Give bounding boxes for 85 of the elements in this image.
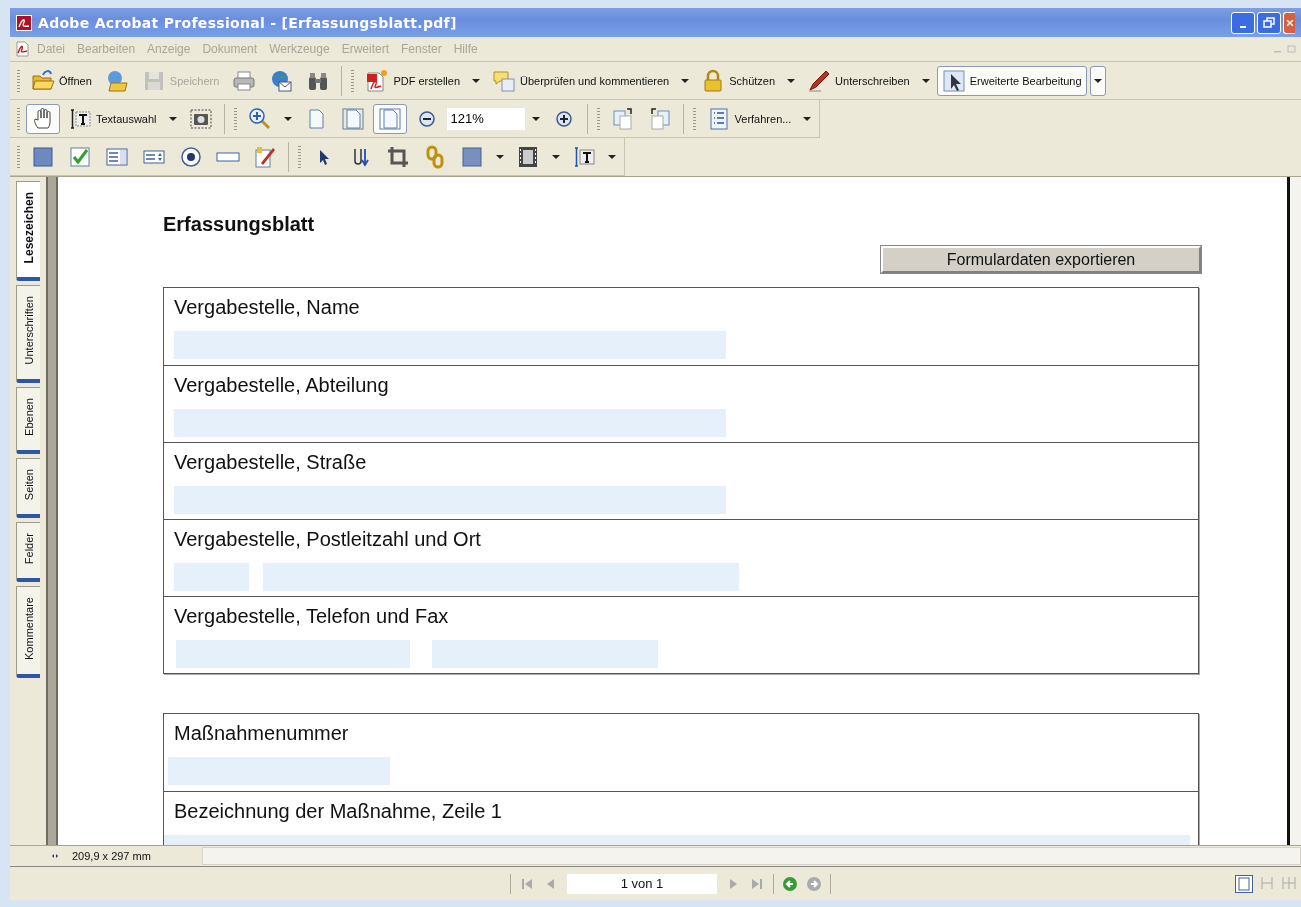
film-icon[interactable] bbox=[516, 144, 540, 169]
scrollbar[interactable] bbox=[202, 847, 1301, 865]
field-label: Vergabestelle, Straße bbox=[174, 451, 368, 474]
checkbox-tool-icon[interactable] bbox=[68, 144, 92, 169]
pdf-document-icon bbox=[365, 68, 390, 93]
rotate-pages-icon bbox=[610, 106, 635, 131]
open-button[interactable]: Öffnen bbox=[26, 65, 97, 96]
review-button[interactable]: Überprüfen und kommentieren bbox=[487, 65, 675, 96]
caret-icon[interactable] bbox=[552, 154, 560, 159]
text-edit-tool-icon[interactable] bbox=[572, 144, 596, 169]
input-field[interactable] bbox=[176, 640, 410, 668]
text-select-button[interactable]: Textauswahl bbox=[63, 103, 162, 134]
field-label: Bezeichnung der Maßnahme, Zeile 1 bbox=[174, 800, 503, 823]
caret-icon[interactable] bbox=[283, 116, 292, 121]
caret-icon[interactable] bbox=[472, 78, 480, 83]
sidebar-tab[interactable]: Felder bbox=[16, 522, 40, 583]
signature-field-tool-icon[interactable] bbox=[253, 144, 277, 169]
printer-icon bbox=[232, 68, 257, 93]
field-label: Vergabestelle, Name bbox=[174, 296, 361, 319]
magnifier-icon bbox=[247, 106, 272, 131]
page-number-field[interactable]: 1 von 1 bbox=[567, 873, 717, 894]
crop-icon[interactable] bbox=[386, 144, 410, 169]
split-handle-icon[interactable] bbox=[50, 851, 60, 861]
sidebar-tab[interactable]: Ebenen bbox=[16, 386, 40, 454]
pdf-icon bbox=[16, 14, 32, 31]
input-field[interactable] bbox=[174, 331, 726, 359]
caret-icon[interactable] bbox=[681, 78, 690, 83]
pane-splitter[interactable] bbox=[46, 177, 58, 845]
input-field[interactable] bbox=[432, 640, 658, 668]
forward-icon[interactable] bbox=[806, 875, 822, 892]
folder-icon bbox=[31, 68, 55, 93]
close-button[interactable] bbox=[1283, 11, 1295, 34]
field-label: Maßnahmenummer bbox=[174, 722, 350, 745]
sidebar-tab[interactable]: Kommentare bbox=[16, 586, 40, 679]
pen-icon bbox=[807, 68, 832, 93]
field-label: Vergabestelle, Abteilung bbox=[174, 374, 390, 397]
zoom-field[interactable]: 121% bbox=[446, 107, 525, 130]
page-icon bbox=[377, 106, 402, 131]
button-tool-icon[interactable] bbox=[31, 144, 55, 169]
caret-icon bbox=[1093, 78, 1102, 83]
caret-icon[interactable] bbox=[168, 116, 177, 121]
comment-icon bbox=[492, 68, 516, 93]
sign-button[interactable]: Unterschreiben bbox=[802, 65, 915, 96]
input-field[interactable] bbox=[174, 563, 249, 591]
restore-button[interactable] bbox=[1257, 11, 1281, 34]
back-icon[interactable] bbox=[782, 875, 798, 892]
hand-tool-button[interactable] bbox=[26, 103, 60, 134]
scrollbar[interactable] bbox=[1290, 177, 1301, 845]
caret-icon[interactable] bbox=[496, 154, 504, 159]
caret-icon[interactable] bbox=[787, 78, 796, 83]
page-size: 209,9 x 297 mm bbox=[72, 850, 152, 862]
window-title: Adobe Acrobat Professional - [Erfassungsblatt.pdf] bbox=[38, 14, 457, 31]
camera-icon bbox=[188, 106, 213, 131]
input-field[interactable] bbox=[168, 757, 390, 785]
sidebar-tab[interactable]: Unterschriften bbox=[16, 285, 40, 383]
secure-button[interactable]: Schützen bbox=[696, 65, 781, 96]
page-icon bbox=[340, 106, 365, 131]
text-cursor-icon bbox=[68, 106, 92, 131]
single-page-icon[interactable] bbox=[1235, 874, 1253, 893]
minimize-button[interactable] bbox=[1231, 11, 1255, 34]
pdf-document-icon bbox=[14, 41, 30, 57]
form-title: Erfassungsblatt bbox=[163, 213, 316, 236]
restore-icon bbox=[1262, 15, 1276, 30]
sidebar-tab[interactable]: Seiten bbox=[16, 457, 40, 518]
caret-icon[interactable] bbox=[608, 154, 616, 159]
dropdown-button[interactable] bbox=[1089, 65, 1106, 96]
cursor-icon bbox=[941, 68, 966, 93]
page-view-button[interactable] bbox=[372, 103, 407, 134]
minimize-icon bbox=[1240, 25, 1246, 28]
create-pdf-button[interactable]: PDF erstellen bbox=[360, 65, 465, 96]
caret-icon[interactable] bbox=[531, 116, 540, 121]
procedures-button[interactable]: Verfahren... bbox=[701, 103, 797, 134]
input-field[interactable] bbox=[263, 563, 739, 591]
field-label: Vergabestelle, Telefon und Fax bbox=[174, 605, 450, 628]
radio-button-tool-icon[interactable] bbox=[179, 144, 203, 169]
export-form-data-button[interactable]: Formulardaten exportieren bbox=[881, 246, 1201, 273]
input-field[interactable] bbox=[174, 409, 726, 437]
caret-icon[interactable] bbox=[803, 116, 812, 121]
field-label: Vergabestelle, Postleitzahl und Ort bbox=[174, 528, 482, 551]
input-field[interactable] bbox=[174, 486, 726, 514]
rectangle-tool-icon[interactable] bbox=[460, 144, 484, 169]
caret-icon[interactable] bbox=[921, 78, 930, 83]
globe-envelope-icon bbox=[269, 68, 294, 93]
advanced-editing-button[interactable]: Erweiterte Bearbeitung bbox=[936, 65, 1087, 96]
sidebar-tab[interactable]: Lesezeichen bbox=[16, 181, 40, 282]
